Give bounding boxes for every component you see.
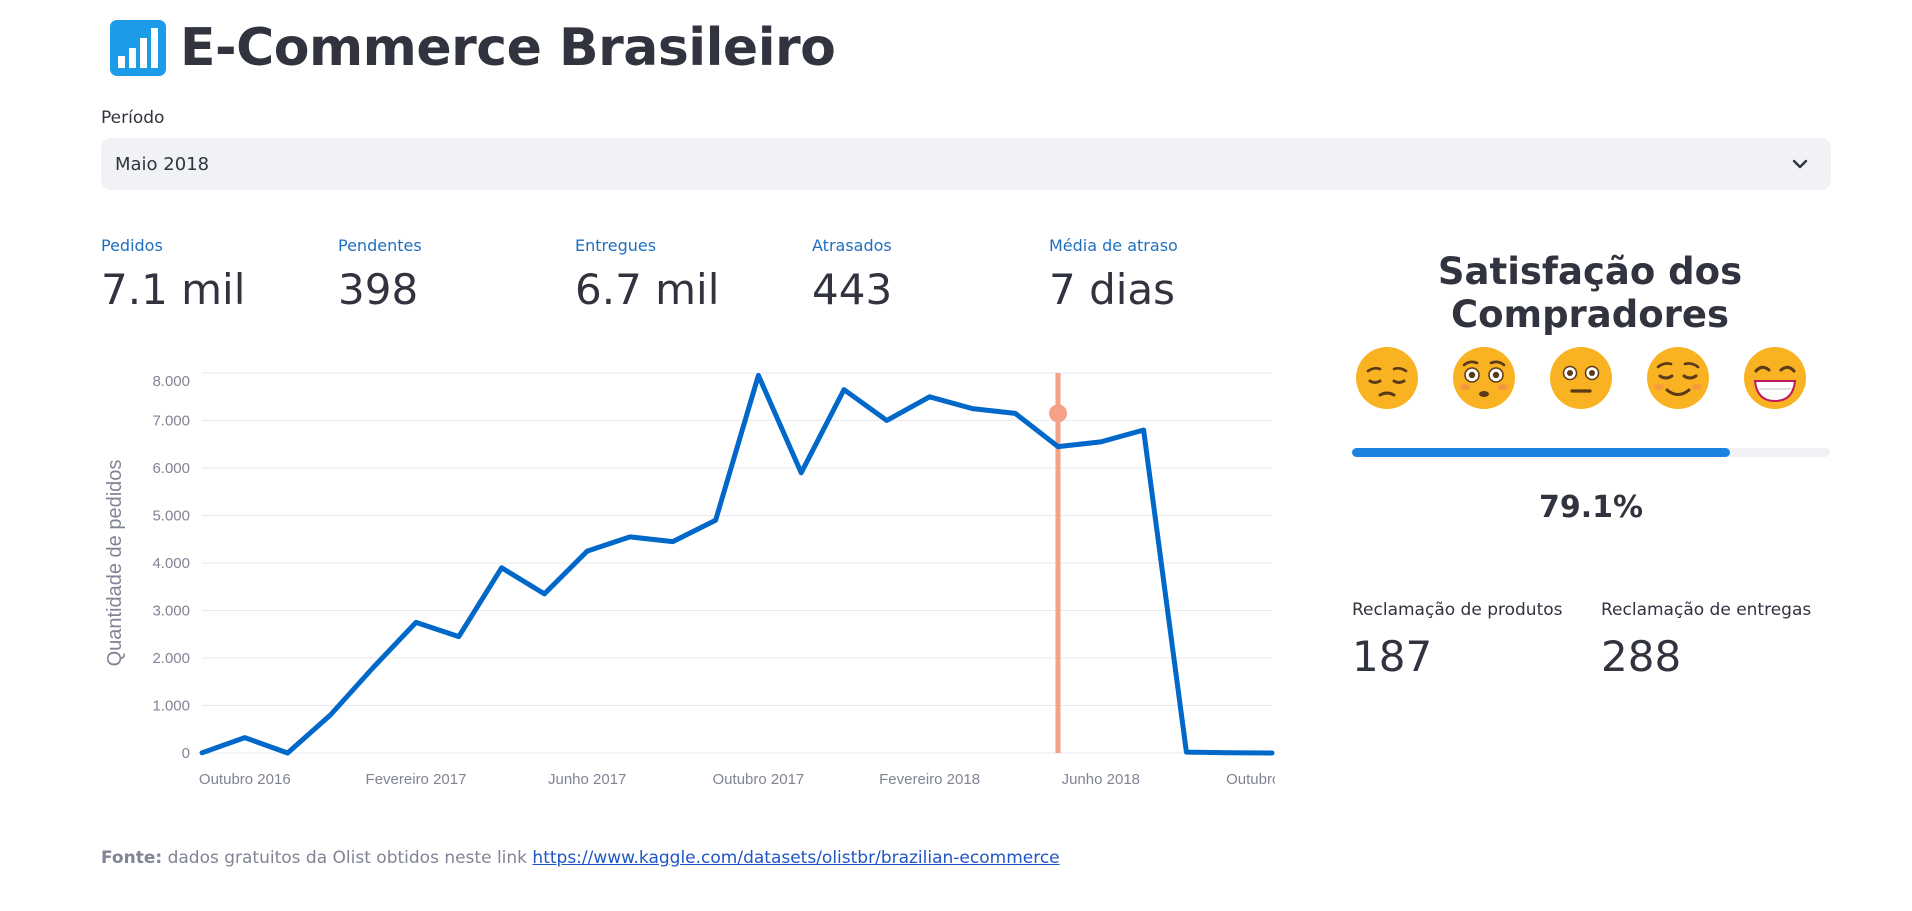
source-prefix: Fonte: bbox=[101, 848, 163, 868]
series-line bbox=[199, 372, 1275, 756]
selected-month-point bbox=[1049, 404, 1067, 423]
complaint-produtos: Reclamação de produtos 187 bbox=[1352, 600, 1563, 681]
y-tick-label: 6.000 bbox=[152, 460, 190, 477]
y-tick-label: 1.000 bbox=[152, 698, 190, 715]
period-select-value: Maio 2018 bbox=[115, 153, 210, 175]
x-tick-label: Outubro 2016 bbox=[199, 771, 291, 788]
source-note: Fonte: dados gratuitos da Olist obtidos … bbox=[101, 848, 1060, 868]
metric-label: Média de atraso bbox=[1049, 236, 1178, 255]
period-label: Período bbox=[101, 108, 165, 128]
complaint-value: 288 bbox=[1601, 632, 1682, 681]
grinning-face-icon bbox=[1744, 347, 1806, 409]
neutral-face-icon bbox=[1550, 347, 1612, 409]
metric-atrasados: Atrasados 443 bbox=[812, 236, 892, 314]
source-text: dados gratuitos da Olist obtidos neste l… bbox=[167, 848, 528, 868]
bar-chart-icon bbox=[110, 20, 166, 76]
source-link[interactable]: https://www.kaggle.com/datasets/olistbr/… bbox=[532, 848, 1059, 868]
y-tick-label: 5.000 bbox=[152, 508, 190, 525]
metric-label: Pedidos bbox=[101, 236, 163, 255]
satisfaction-title: Satisfação dos Compradores bbox=[1437, 250, 1743, 336]
complaint-value: 187 bbox=[1352, 632, 1433, 681]
complaint-entregas: Reclamação de entregas 288 bbox=[1601, 600, 1811, 681]
y-tick-label: 0 bbox=[182, 745, 190, 762]
complaint-label: Reclamação de entregas bbox=[1601, 600, 1812, 620]
y-tick-label: 4.000 bbox=[152, 555, 190, 572]
y-tick-label: 8.000 bbox=[152, 373, 190, 390]
satisfaction-progress-fill bbox=[1352, 448, 1731, 457]
page-title: E-Commerce Brasileiro bbox=[180, 18, 836, 78]
y-tick-label: 7.000 bbox=[152, 413, 190, 430]
relieved-face-icon bbox=[1647, 347, 1709, 409]
metric-value: 398 bbox=[338, 265, 419, 314]
x-tick-label: Junho 2018 bbox=[1062, 771, 1140, 788]
y-axis-title: Quantidade de pedidos bbox=[104, 460, 126, 667]
metric-value: 7.1 mil bbox=[101, 265, 246, 314]
period-select[interactable]: Maio 2018 bbox=[101, 138, 1831, 190]
metric-label: Entregues bbox=[575, 236, 657, 255]
metric-value: 7 dias bbox=[1049, 265, 1176, 314]
metric-label: Atrasados bbox=[812, 236, 892, 255]
metric-entregues: Entregues 6.7 mil bbox=[575, 236, 719, 314]
chevron-down-icon bbox=[1792, 159, 1808, 169]
metric-pendentes: Pendentes 398 bbox=[338, 236, 422, 314]
x-tick-label: Outubro 2018 bbox=[1226, 771, 1275, 788]
metric-value: 6.7 mil bbox=[575, 265, 720, 314]
satisfaction-progress-bar bbox=[1352, 448, 1830, 457]
x-tick-label: Fevereiro 2018 bbox=[879, 771, 980, 788]
orders-line-chart[interactable]: 0 1.000 2.000 3.000 4.000 5.000 6.000 7.000 8.00… bbox=[95, 355, 1275, 795]
complaint-label: Reclamação de produtos bbox=[1352, 600, 1563, 620]
satisfaction-percent: 79.1% bbox=[1538, 490, 1644, 525]
page-header: E-Commerce Brasileiro bbox=[110, 18, 836, 78]
flushed-face-icon bbox=[1453, 347, 1515, 409]
y-tick-label: 2.000 bbox=[152, 650, 190, 667]
metric-value: 443 bbox=[812, 265, 893, 314]
x-tick-label: Junho 2017 bbox=[548, 771, 626, 788]
metric-media-atraso: Média de atraso 7 dias bbox=[1049, 236, 1178, 314]
pensive-face-icon bbox=[1356, 347, 1418, 409]
metric-label: Pendentes bbox=[338, 236, 422, 255]
metric-pedidos: Pedidos 7.1 mil bbox=[101, 236, 245, 314]
x-tick-label: Outubro 2017 bbox=[713, 771, 805, 788]
y-tick-label: 3.000 bbox=[152, 603, 190, 620]
x-tick-label: Fevereiro 2017 bbox=[366, 771, 467, 788]
